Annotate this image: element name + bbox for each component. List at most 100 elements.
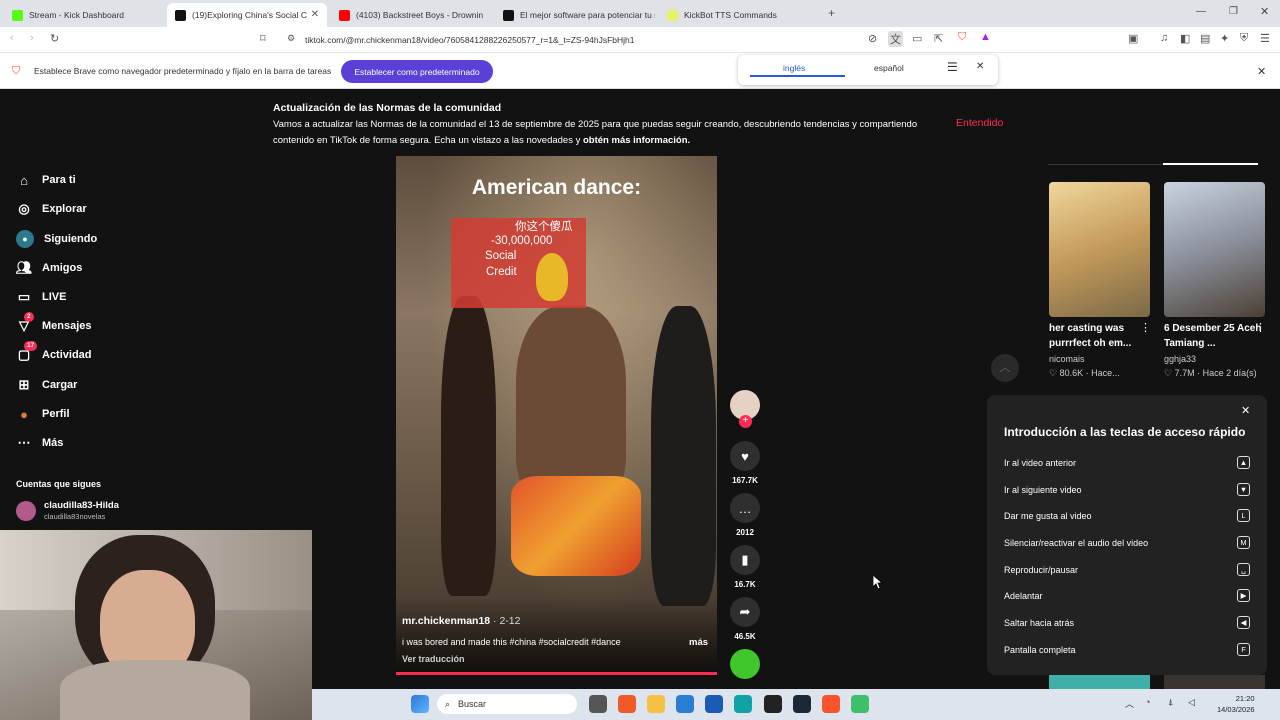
store-icon[interactable] — [705, 695, 723, 713]
sidebar-item-actividad[interactable]: ▢ 17 Actividad — [16, 341, 92, 363]
microphone-icon[interactable]: ⍋ — [1168, 697, 1173, 708]
outlook-icon[interactable] — [676, 695, 694, 713]
tray-chevron-icon[interactable]: ︿ — [1125, 697, 1134, 710]
panel-icon[interactable]: ◧ — [1180, 32, 1190, 45]
sidebar-item-mas[interactable]: ⋯ Más — [16, 435, 64, 451]
related-video-thumbnail[interactable] — [1164, 182, 1265, 317]
related-video-thumbnail[interactable] — [1049, 675, 1150, 689]
tab-kick-dashboard[interactable]: Stream - Kick Dashboard — [4, 3, 164, 27]
close-tab-icon[interactable]: ✕ — [311, 9, 319, 20]
sidebar-item-siguiendo[interactable]: ● Siguiendo — [16, 230, 97, 248]
close-translate-icon[interactable]: ✕ — [976, 61, 984, 72]
sidebar-icon[interactable]: ▣ — [1128, 32, 1138, 45]
bookmark-button[interactable]: ▮ 16.7K — [730, 545, 760, 589]
video-author[interactable]: mr.chickenman18 · 2-12 — [402, 615, 521, 627]
close-icon[interactable]: ✕ — [1241, 404, 1250, 417]
translate-icon[interactable]: 文 — [888, 31, 903, 47]
leo-icon[interactable]: ✦ — [1220, 32, 1229, 45]
related-video-author[interactable]: nicomais — [1049, 354, 1085, 364]
account-name: claudilla83-Hilda — [44, 500, 119, 511]
music-icon[interactable]: ♫ — [1160, 32, 1168, 44]
kickbot-icon — [667, 9, 678, 21]
activity-icon: ▢ 17 — [16, 341, 38, 363]
edge-icon[interactable] — [734, 695, 752, 713]
back-icon[interactable]: ‹ — [10, 32, 14, 44]
related-video-caption[interactable]: 6 Desember 25 Aceh Tamiang ... — [1164, 321, 1264, 351]
notice-link[interactable]: obtén más información. — [583, 135, 690, 146]
tab-tiktok[interactable]: (19)Exploring China's Social C ✕ — [167, 3, 327, 27]
share-icon[interactable]: ⇱ — [934, 32, 943, 45]
tab-kickbot[interactable]: KickBot TTS Commands — [659, 3, 819, 27]
obs-icon[interactable] — [764, 695, 782, 713]
taskbar-search[interactable]: ⌕ Buscar — [437, 694, 577, 714]
sidebar-item-mensajes[interactable]: ▽ 2 Mensajes — [16, 312, 92, 334]
windows-start-icon[interactable] — [411, 695, 429, 713]
brave-shield-icon[interactable]: ⛉ — [958, 31, 966, 44]
follow-plus-icon[interactable]: + — [739, 415, 752, 428]
translate-to-tab[interactable]: español — [874, 63, 904, 73]
network-icon[interactable]: ◔ — [1145, 697, 1150, 707]
close-window-icon[interactable]: ✕ — [1260, 5, 1269, 18]
comment-count: 2012 — [736, 528, 754, 537]
following-account[interactable]: claudilla83-Hilda claudilla83novelas — [16, 500, 119, 522]
set-default-button[interactable]: Establecer como predeterminado — [341, 60, 493, 83]
cast-icon[interactable]: ▭ — [912, 32, 922, 45]
menu-icon[interactable]: ☰ — [1260, 32, 1270, 45]
sidebar-item-perfil[interactable]: ● Perfil — [16, 406, 69, 422]
sidebar-item-label: Más — [42, 437, 64, 449]
see-translation-link[interactable]: Ver traducción — [402, 654, 465, 664]
task-view-icon[interactable] — [589, 695, 607, 713]
caption-more-link[interactable]: más — [689, 637, 708, 648]
sidebar-item-cargar[interactable]: ⊞ Cargar — [16, 377, 78, 393]
related-video-caption[interactable]: her casting was purrrfect oh em... — [1049, 321, 1149, 351]
tab-youtube[interactable]: (4103) Backstreet Boys - Drownin — [331, 3, 491, 27]
file-explorer-icon[interactable] — [647, 695, 665, 713]
more-options-icon[interactable]: ⋮ — [1140, 321, 1151, 334]
new-tab-icon[interactable]: + — [828, 6, 835, 20]
creator-avatar[interactable]: + — [730, 390, 760, 428]
brave-icon[interactable] — [822, 695, 840, 713]
tab-software[interactable]: El mejor software para potenciar tu st — [495, 3, 655, 27]
comment-button[interactable]: … 2012 — [730, 493, 760, 537]
search-label: Buscar — [458, 699, 487, 709]
reload-icon[interactable]: ↻ — [50, 32, 59, 45]
sidebar-item-para-ti[interactable]: ⌂ Para ti — [16, 172, 76, 188]
scroll-up-button[interactable]: ︿ — [991, 354, 1019, 382]
messages-badge: 2 — [24, 312, 34, 322]
no-sound-icon[interactable]: ⊘ — [868, 32, 877, 45]
close-infobar-icon[interactable]: ✕ — [1257, 65, 1266, 78]
video-progress-bar[interactable] — [396, 672, 717, 675]
dismiss-notice-button[interactable]: Entendido — [956, 117, 1003, 129]
translate-menu-icon[interactable]: ☰ — [947, 60, 958, 74]
wallet-icon[interactable]: ▤ — [1200, 32, 1210, 45]
related-video-thumbnail[interactable] — [1049, 182, 1150, 317]
forward-icon[interactable]: › — [30, 32, 34, 44]
related-video-author[interactable]: gghja33 — [1164, 354, 1196, 364]
sidebar-item-live[interactable]: ▭ LIVE — [16, 289, 67, 305]
vpn-icon[interactable]: ⛨ — [1240, 32, 1248, 45]
volume-icon[interactable]: ◁ — [1188, 697, 1195, 708]
site-info-icon[interactable]: ⚙ — [287, 33, 295, 44]
like-button[interactable]: ♥ 167.7K — [730, 441, 760, 485]
dancer-torso — [516, 306, 626, 496]
translate-from-tab[interactable]: inglés — [783, 63, 805, 73]
sidebar-item-explorar[interactable]: ◎ Explorar — [16, 201, 86, 217]
sidebar-item-amigos[interactable]: 👥︎ Amigos — [16, 260, 83, 276]
browser-tab-bar: Stream - Kick Dashboard (19)Exploring Ch… — [0, 0, 1280, 27]
copilot-icon[interactable] — [618, 695, 636, 713]
share-button[interactable]: ➦ 46.5K — [730, 597, 760, 641]
more-options-icon[interactable]: ⋮ — [1255, 321, 1266, 334]
steam-icon[interactable] — [793, 695, 811, 713]
kick-app-icon[interactable] — [851, 695, 869, 713]
sound-disc-button[interactable] — [730, 649, 760, 679]
author-name: mr.chickenman18 — [402, 615, 491, 627]
video-player[interactable]: American dance: 你这个傻瓜 -30,000,000 Social… — [396, 156, 717, 676]
maximize-icon[interactable]: ❐ — [1229, 6, 1238, 17]
taskbar-clock[interactable]: 21:20 14/03/2026 — [1217, 693, 1255, 715]
shortcut-label: Saltar hacia atrás — [1004, 617, 1075, 628]
brave-rewards-icon[interactable]: ▲ — [980, 31, 991, 43]
bookmark-page-icon[interactable]: ⌑ — [260, 32, 266, 45]
music-disc-icon — [730, 649, 760, 679]
minimize-icon[interactable]: — — [1196, 6, 1206, 17]
related-video-thumbnail[interactable] — [1164, 675, 1265, 689]
